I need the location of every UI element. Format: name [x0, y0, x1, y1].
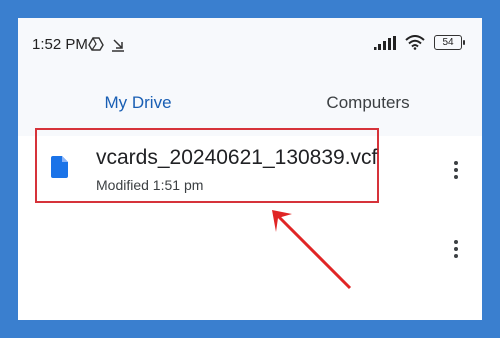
document-icon — [51, 156, 68, 178]
tab-bar: My Drive Computers — [18, 70, 482, 136]
more-vert-icon — [454, 161, 458, 165]
battery-icon: 54 — [434, 35, 465, 50]
signal-icon — [374, 35, 396, 50]
status-right-group: 54 — [374, 35, 465, 50]
download-icon — [112, 39, 124, 52]
status-time: 1:52 PM — [32, 36, 88, 53]
status-bar: 1:52 PM 54 — [18, 18, 482, 70]
drive-sync-icon — [88, 37, 104, 51]
battery-level: 54 — [442, 37, 454, 48]
file-list-item[interactable]: vcards_20240621_130839.vcf Modified 1:51… — [18, 128, 482, 208]
annotation-arrow-icon — [272, 210, 352, 290]
tab-my-drive[interactable]: My Drive — [63, 70, 213, 136]
more-vert-icon — [454, 240, 458, 244]
more-options-button[interactable] — [444, 155, 468, 185]
tab-computers[interactable]: Computers — [288, 70, 448, 136]
more-options-button[interactable] — [444, 234, 468, 264]
app-screen: 1:52 PM 54 My Drive Computers vcards_202… — [18, 18, 482, 320]
file-modified: Modified 1:51 pm — [96, 177, 204, 193]
file-name: vcards_20240621_130839.vcf — [96, 146, 378, 169]
wifi-icon — [405, 35, 425, 50]
